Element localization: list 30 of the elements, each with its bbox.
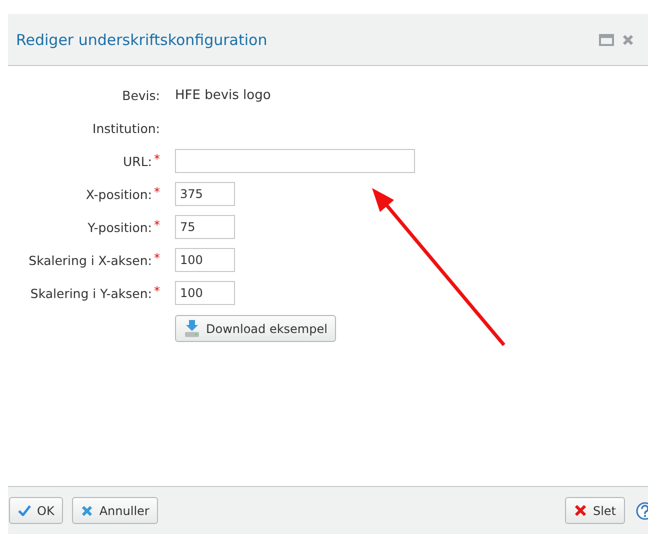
delete-button[interactable]: Slet: [564, 497, 625, 524]
required-mark: *: [154, 218, 160, 232]
input-field[interactable]: [175, 149, 415, 173]
field-label: Institution:: [92, 120, 160, 136]
input-field[interactable]: 100: [175, 248, 235, 272]
download-button[interactable]: Download eksempel: [175, 315, 336, 342]
required-mark: *: [154, 152, 160, 166]
cross-icon: [81, 504, 94, 516]
cross-icon: [574, 504, 587, 517]
input-field[interactable]: 100: [175, 281, 235, 305]
maximize-icon[interactable]: [599, 34, 614, 46]
download-icon: [184, 320, 200, 337]
field-label: Y-position:: [88, 220, 152, 234]
close-icon[interactable]: [622, 34, 634, 46]
required-mark: *: [154, 185, 160, 199]
ok-button[interactable]: OK: [9, 497, 64, 524]
field-value: HFE bevis logo: [175, 88, 271, 102]
input-field[interactable]: 375: [175, 182, 235, 206]
dialog-title: Rediger underskriftskonfiguration: [16, 30, 268, 48]
field-label: X-position:: [86, 186, 152, 202]
required-mark: *: [154, 251, 160, 265]
required-mark: *: [154, 284, 160, 298]
check-icon: [18, 505, 31, 516]
field-label: Bevis:: [122, 88, 160, 102]
field-label: Skalering i Y-aksen:: [30, 286, 152, 300]
field-label: URL:: [122, 154, 152, 168]
input-field[interactable]: 75: [175, 215, 235, 239]
field-label: Skalering i X-aksen:: [28, 252, 152, 268]
cancel-button[interactable]: Annuller: [72, 497, 158, 524]
help-icon[interactable]: [636, 502, 648, 520]
